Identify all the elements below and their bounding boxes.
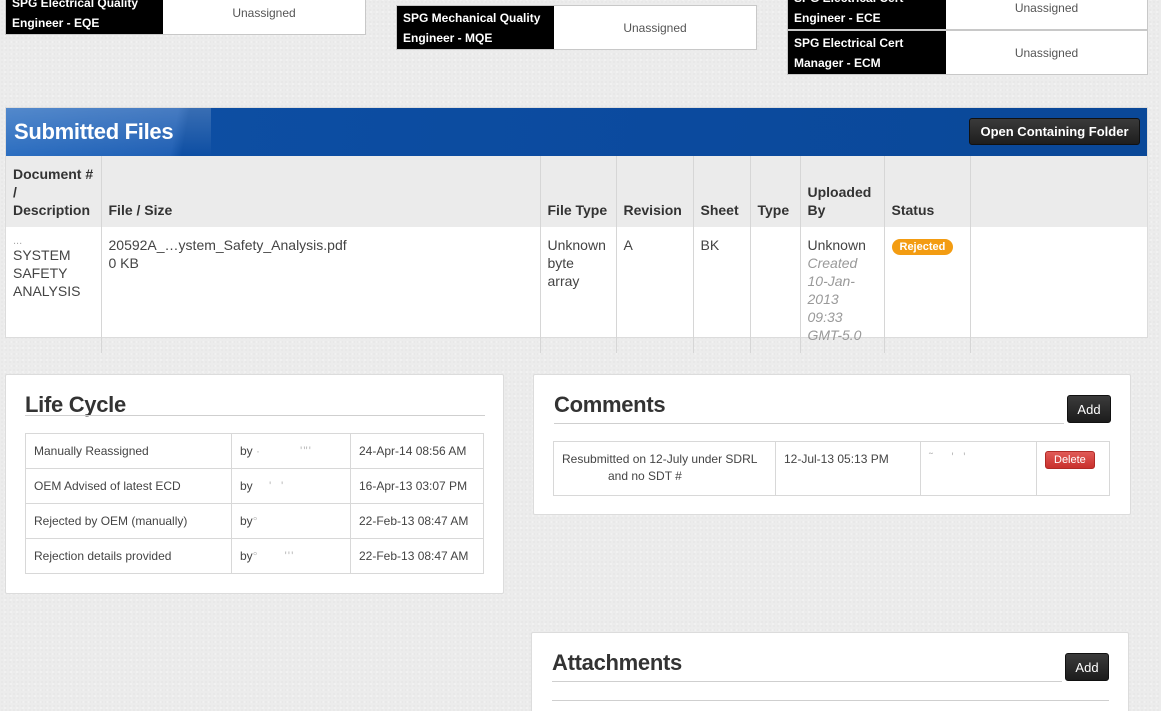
by-label: by bbox=[240, 479, 253, 493]
revision: A bbox=[616, 227, 694, 353]
redacted-name: ' ' bbox=[256, 479, 285, 493]
by-cell: by ' ' bbox=[231, 468, 351, 504]
add-attachment-button[interactable]: Add bbox=[1065, 653, 1109, 681]
column-header[interactable]: File / Size bbox=[101, 156, 541, 227]
redacted-name: ° ''' bbox=[252, 549, 295, 563]
role-value: Unassigned bbox=[554, 6, 756, 49]
by-label: by bbox=[240, 549, 253, 563]
by-cell: by° bbox=[231, 503, 351, 539]
date: 22-Feb-13 08:47 AM bbox=[350, 538, 484, 574]
by-cell: by° ''' bbox=[231, 538, 351, 574]
role-label: SPG Electrical Cert Engineer - ECE bbox=[788, 0, 946, 29]
doc-description: SYSTEM SAFETY ANALYSIS bbox=[13, 247, 81, 299]
attachments-title: Attachments bbox=[552, 650, 682, 675]
open-containing-folder-button[interactable]: Open Containing Folder bbox=[969, 118, 1140, 145]
life-cycle-card: Life Cycle Manually Reassigned by · '"' … bbox=[5, 374, 504, 594]
role-ece: SPG Electrical Cert Engineer - ECE Unass… bbox=[787, 0, 1148, 30]
comments-title: Comments bbox=[554, 392, 666, 417]
doc-number: ... bbox=[13, 235, 23, 247]
table-row: Rejection details provided by° ''' 22-Fe… bbox=[25, 538, 484, 574]
event: Manually Reassigned bbox=[25, 433, 232, 469]
event: OEM Advised of latest ECD bbox=[25, 468, 232, 504]
role-eqe: SPG Electrical Quality Engineer - EQE Un… bbox=[5, 0, 366, 35]
table-row: Rejected by OEM (manually) by° 22-Feb-13… bbox=[25, 503, 484, 539]
column-header[interactable]: Revision bbox=[616, 156, 694, 227]
delete-comment-button[interactable]: Delete bbox=[1045, 451, 1095, 469]
by-label: by bbox=[240, 514, 253, 528]
type bbox=[750, 227, 801, 353]
column-header[interactable]: Type bbox=[750, 156, 801, 227]
table-row: Resubmitted on 12-July under SDRL and no… bbox=[553, 441, 1110, 496]
by-label: by bbox=[240, 444, 253, 458]
divider bbox=[552, 681, 1062, 682]
status-cell: Rejected bbox=[884, 227, 971, 353]
event: Rejection details provided bbox=[25, 538, 232, 574]
date: 16-Apr-13 03:07 PM bbox=[350, 468, 484, 504]
divider bbox=[554, 423, 1064, 424]
doc-cell: ... SYSTEM SAFETY ANALYSIS bbox=[6, 227, 102, 353]
empty-cell bbox=[970, 227, 1147, 353]
status-badge: Rejected bbox=[891, 239, 954, 255]
submitted-files-header: Submitted Files Open Containing Folder bbox=[6, 108, 1147, 156]
uploaded-cell: Unknown Created 10-Jan-2013 09:33 GMT-5.… bbox=[800, 227, 885, 353]
role-value: Unassigned bbox=[946, 0, 1147, 29]
comment-actions: Delete bbox=[1036, 441, 1110, 496]
comment-line-2: and no SDT # bbox=[608, 469, 682, 483]
life-cycle-table: Manually Reassigned by · '"' 24-Apr-14 0… bbox=[25, 433, 484, 574]
file-type: Unknown byte array bbox=[540, 227, 617, 353]
date: 24-Apr-14 08:56 AM bbox=[350, 433, 484, 469]
role-value: Unassigned bbox=[946, 31, 1147, 74]
submitted-files-table: Document # / Description File / Size Fil… bbox=[6, 156, 1147, 353]
comment-line-1: Resubmitted on 12-July under SDRL bbox=[562, 452, 758, 466]
redacted-name: ° bbox=[252, 514, 259, 528]
attachments-card: Attachments Add bbox=[531, 632, 1129, 711]
add-comment-button[interactable]: Add bbox=[1067, 395, 1111, 423]
redacted-name: · '"' bbox=[256, 444, 312, 458]
column-header[interactable]: Sheet bbox=[693, 156, 751, 227]
role-label: SPG Electrical Quality Engineer - EQE bbox=[6, 0, 163, 34]
table-row: Manually Reassigned by · '"' 24-Apr-14 0… bbox=[25, 433, 484, 469]
comments-table: Resubmitted on 12-July under SDRL and no… bbox=[553, 441, 1110, 496]
role-label: SPG Mechanical Quality Engineer - MQE bbox=[397, 6, 554, 49]
submitted-files-panel: Submitted Files Open Containing Folder D… bbox=[5, 107, 1148, 353]
file-name-link[interactable]: 20592A_…ystem_Safety_Analysis.pdf bbox=[109, 236, 533, 254]
table-header-row: Document # / Description File / Size Fil… bbox=[6, 156, 1147, 227]
created-timestamp: Created 10-Jan-2013 09:33 GMT-5.0 bbox=[807, 255, 862, 343]
comments-card: Comments Add Resubmitted on 12-July unde… bbox=[533, 374, 1131, 515]
date: 22-Feb-13 08:47 AM bbox=[350, 503, 484, 539]
uploaded-by: Unknown bbox=[807, 237, 866, 253]
comment-text: Resubmitted on 12-July under SDRL and no… bbox=[553, 441, 776, 496]
sheet: BK bbox=[693, 227, 751, 353]
column-header[interactable]: File Type bbox=[540, 156, 617, 227]
role-ecm: SPG Electrical Cert Manager - ECM Unassi… bbox=[787, 30, 1148, 75]
column-header[interactable]: Document # / Description bbox=[6, 156, 102, 227]
file-size: 0 KB bbox=[108, 255, 139, 271]
comment-date: 12-Jul-13 05:13 PM bbox=[775, 441, 921, 496]
comment-author: ˜ ' ' bbox=[920, 441, 1037, 496]
role-mqe: SPG Mechanical Quality Engineer - MQE Un… bbox=[396, 5, 757, 50]
file-cell: 20592A_…ystem_Safety_Analysis.pdf 0 KB bbox=[101, 227, 541, 353]
divider bbox=[25, 415, 485, 416]
role-label: SPG Electrical Cert Manager - ECM bbox=[788, 31, 946, 74]
table-row: OEM Advised of latest ECD by ' ' 16-Apr-… bbox=[25, 468, 484, 504]
column-header[interactable]: Status bbox=[884, 156, 971, 227]
event: Rejected by OEM (manually) bbox=[25, 503, 232, 539]
by-cell: by · '"' bbox=[231, 433, 351, 469]
column-header[interactable]: Uploaded By bbox=[800, 156, 885, 227]
divider bbox=[552, 700, 1109, 701]
role-value: Unassigned bbox=[163, 0, 365, 34]
submitted-files-title: Submitted Files bbox=[14, 119, 174, 144]
table-row: ... SYSTEM SAFETY ANALYSIS 20592A_…ystem… bbox=[6, 227, 1147, 353]
redacted-name: ˜ ' ' bbox=[929, 450, 967, 464]
column-header-empty bbox=[970, 156, 1147, 227]
